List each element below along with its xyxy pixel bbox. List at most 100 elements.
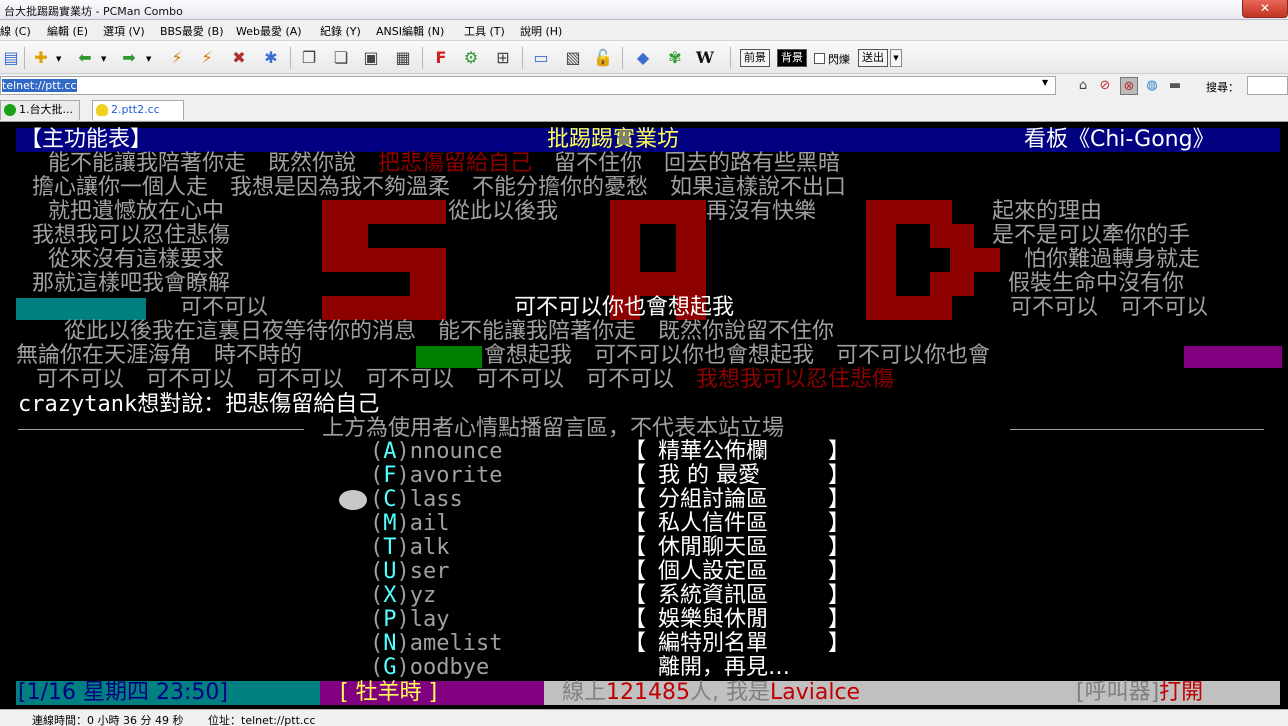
gear-icon[interactable]: ⚙ [460,47,482,69]
menu-item[interactable]: (P)lay [370,608,450,632]
art-block [950,248,1000,272]
tab-ptt[interactable]: 1.台大批... [0,100,80,120]
copy-article-icon[interactable]: ▣ [360,47,382,69]
find-icon[interactable]: ▦ [392,47,414,69]
font-icon[interactable]: F [430,47,452,69]
menu-item[interactable]: (F)avorite [370,464,502,488]
art-line: 能不能讓我陪著你走 既然你說 把悲傷留給自己 留不住你 回去的路有些黑暗 [48,151,841,176]
new-connection-icon[interactable]: ✚ [30,47,52,69]
menu-bracket-right: 】 [828,607,851,632]
bbs-terminal[interactable]: 【主功能表】 批踢踢實業坊 看板《Chi-Gong》 能不能讓我陪著你走 既然你… [0,124,1288,708]
menu-tools[interactable]: 工具 (T) [464,23,505,39]
tab-label: 2.ptt2.cc [111,103,160,116]
menu-web-favorites[interactable]: Web最愛 (A) [236,23,302,39]
menu-bracket-left: 【 [624,511,647,536]
back-arrow-icon[interactable]: ⬅ [74,47,96,69]
paren-close: ) [396,631,410,656]
art-line: 從來沒有這樣要求 [48,247,225,272]
terminal-icon[interactable]: ▬ [1166,77,1184,95]
menu-item[interactable]: (C)lass [370,488,463,512]
status-date: [1/16 星期四 23:50] [18,680,228,705]
menu-log[interactable]: 紀錄 (Y) [320,23,361,39]
send-button[interactable]: 送出 [858,49,888,67]
menu-item[interactable]: (X)yz [370,584,436,608]
menu-item[interactable]: (U)ser [370,560,450,584]
menu-options[interactable]: 選項 (V) [103,23,145,39]
background-color-button[interactable]: 背景 [777,49,807,67]
art-line: 再沒有快樂 [706,199,817,224]
address-input[interactable]: telnet://ptt.cc [0,76,1056,95]
menu-item[interactable]: (G)oodbye [370,656,489,680]
art-line: 無論你在天涯海角 時不時的 [16,343,303,368]
paste-icon[interactable]: ❏ [330,47,352,69]
reconnect-all-icon[interactable]: ⚡ [196,47,218,69]
menu-edit[interactable]: 編輯 (E) [47,23,88,39]
menu-item[interactable]: (A)nnounce [370,440,502,464]
connection-address: 位址：telnet://ptt.cc [208,714,316,726]
paren-close: ) [396,487,410,512]
send-dropdown[interactable]: ▼ [890,49,902,67]
art-line: 可不可以 可不可以 可不可以 可不可以 可不可以 可不可以 我想我可以忍住悲傷 [36,367,895,392]
blink-checkbox[interactable] [814,53,825,64]
menu-item[interactable]: (M)ail [370,512,450,536]
paren-close: ) [396,607,410,632]
menu-description: 個人設定區 [658,559,769,584]
menu-hotkey: M [383,511,397,536]
art-block [322,200,446,224]
menu-item[interactable]: (N)amelist [370,632,502,656]
globe-icon[interactable]: ◍ [1143,77,1161,95]
paren-close: ) [396,463,410,488]
menu-command: nnounce [409,439,503,464]
site-list-icon[interactable]: ▤ [0,47,22,69]
menu-connection[interactable]: 線 (C) [0,23,31,39]
menu-hotkey: C [383,487,397,512]
fullscreen-icon[interactable]: ⊞ [492,47,514,69]
paren-close: ) [396,511,410,536]
forward-arrow-icon[interactable]: ➡ [118,47,140,69]
lock-icon[interactable]: 🔓 [592,47,614,69]
chevron-down-icon[interactable]: ▼ [1042,78,1048,87]
paren-close: ) [396,655,410,680]
art-block [930,272,974,296]
menu-hotkey: F [383,463,397,488]
toolbar-divider [730,47,731,69]
flower-icon[interactable]: ✾ [664,47,686,69]
reconnect-icon[interactable]: ⚡ [166,47,188,69]
divider-line [1010,429,1264,430]
close-button[interactable]: ✕ [1242,0,1288,18]
art-block [866,200,952,224]
tab-label: 1.台大批... [19,103,73,116]
art-line: 可不可以你也會想起我 [514,295,735,320]
art-line: 從此以後我 [448,199,559,224]
art-block [610,272,706,296]
menu-help[interactable]: 說明 (H) [520,23,562,39]
chevron-down-icon[interactable]: ▼ [146,55,151,63]
menu-bbs-favorites[interactable]: BBS最愛 (B) [160,23,224,39]
art-line: 起來的理由 [992,199,1103,224]
search-input[interactable] [1247,76,1288,95]
screen-icon[interactable]: ▭ [530,47,552,69]
menu-command: lay [409,607,450,632]
disconnect-icon[interactable]: ✖ [228,47,250,69]
toolbar-divider [522,47,523,69]
pin-icon[interactable]: ✱ [260,47,282,69]
art-line: 從此以後我在這裏日夜等待你的消息 能不能讓我陪著你走 既然你說留不住你 [64,319,835,344]
ansi-icon[interactable]: ▧ [562,47,584,69]
wikipedia-icon[interactable]: W [694,47,716,69]
stop-icon[interactable]: ⊗ [1120,77,1138,95]
tab-ptt2[interactable]: 2.ptt2.cc [92,100,184,120]
menu-bracket-right: 】 [828,439,851,464]
menu-ansi-edit[interactable]: ANSI編輯 (N) [376,23,444,39]
home-icon[interactable]: ⌂ [1074,77,1092,95]
chevron-down-icon[interactable]: ▼ [56,55,61,63]
paren-close: ) [396,535,410,560]
chevron-down-icon[interactable]: ▼ [101,55,106,63]
menu-item[interactable]: (T)alk [370,536,450,560]
foreground-color-button[interactable]: 前景 [740,49,770,67]
copy-icon[interactable]: ❐ [298,47,320,69]
art-line: 是不是可以牽你的手 [992,223,1191,248]
paren-open: ( [370,559,384,584]
menu-description: 編特別名單 [658,631,769,656]
block-icon[interactable]: ⊘ [1096,77,1114,95]
cursor-icon[interactable]: ◆ [632,47,654,69]
